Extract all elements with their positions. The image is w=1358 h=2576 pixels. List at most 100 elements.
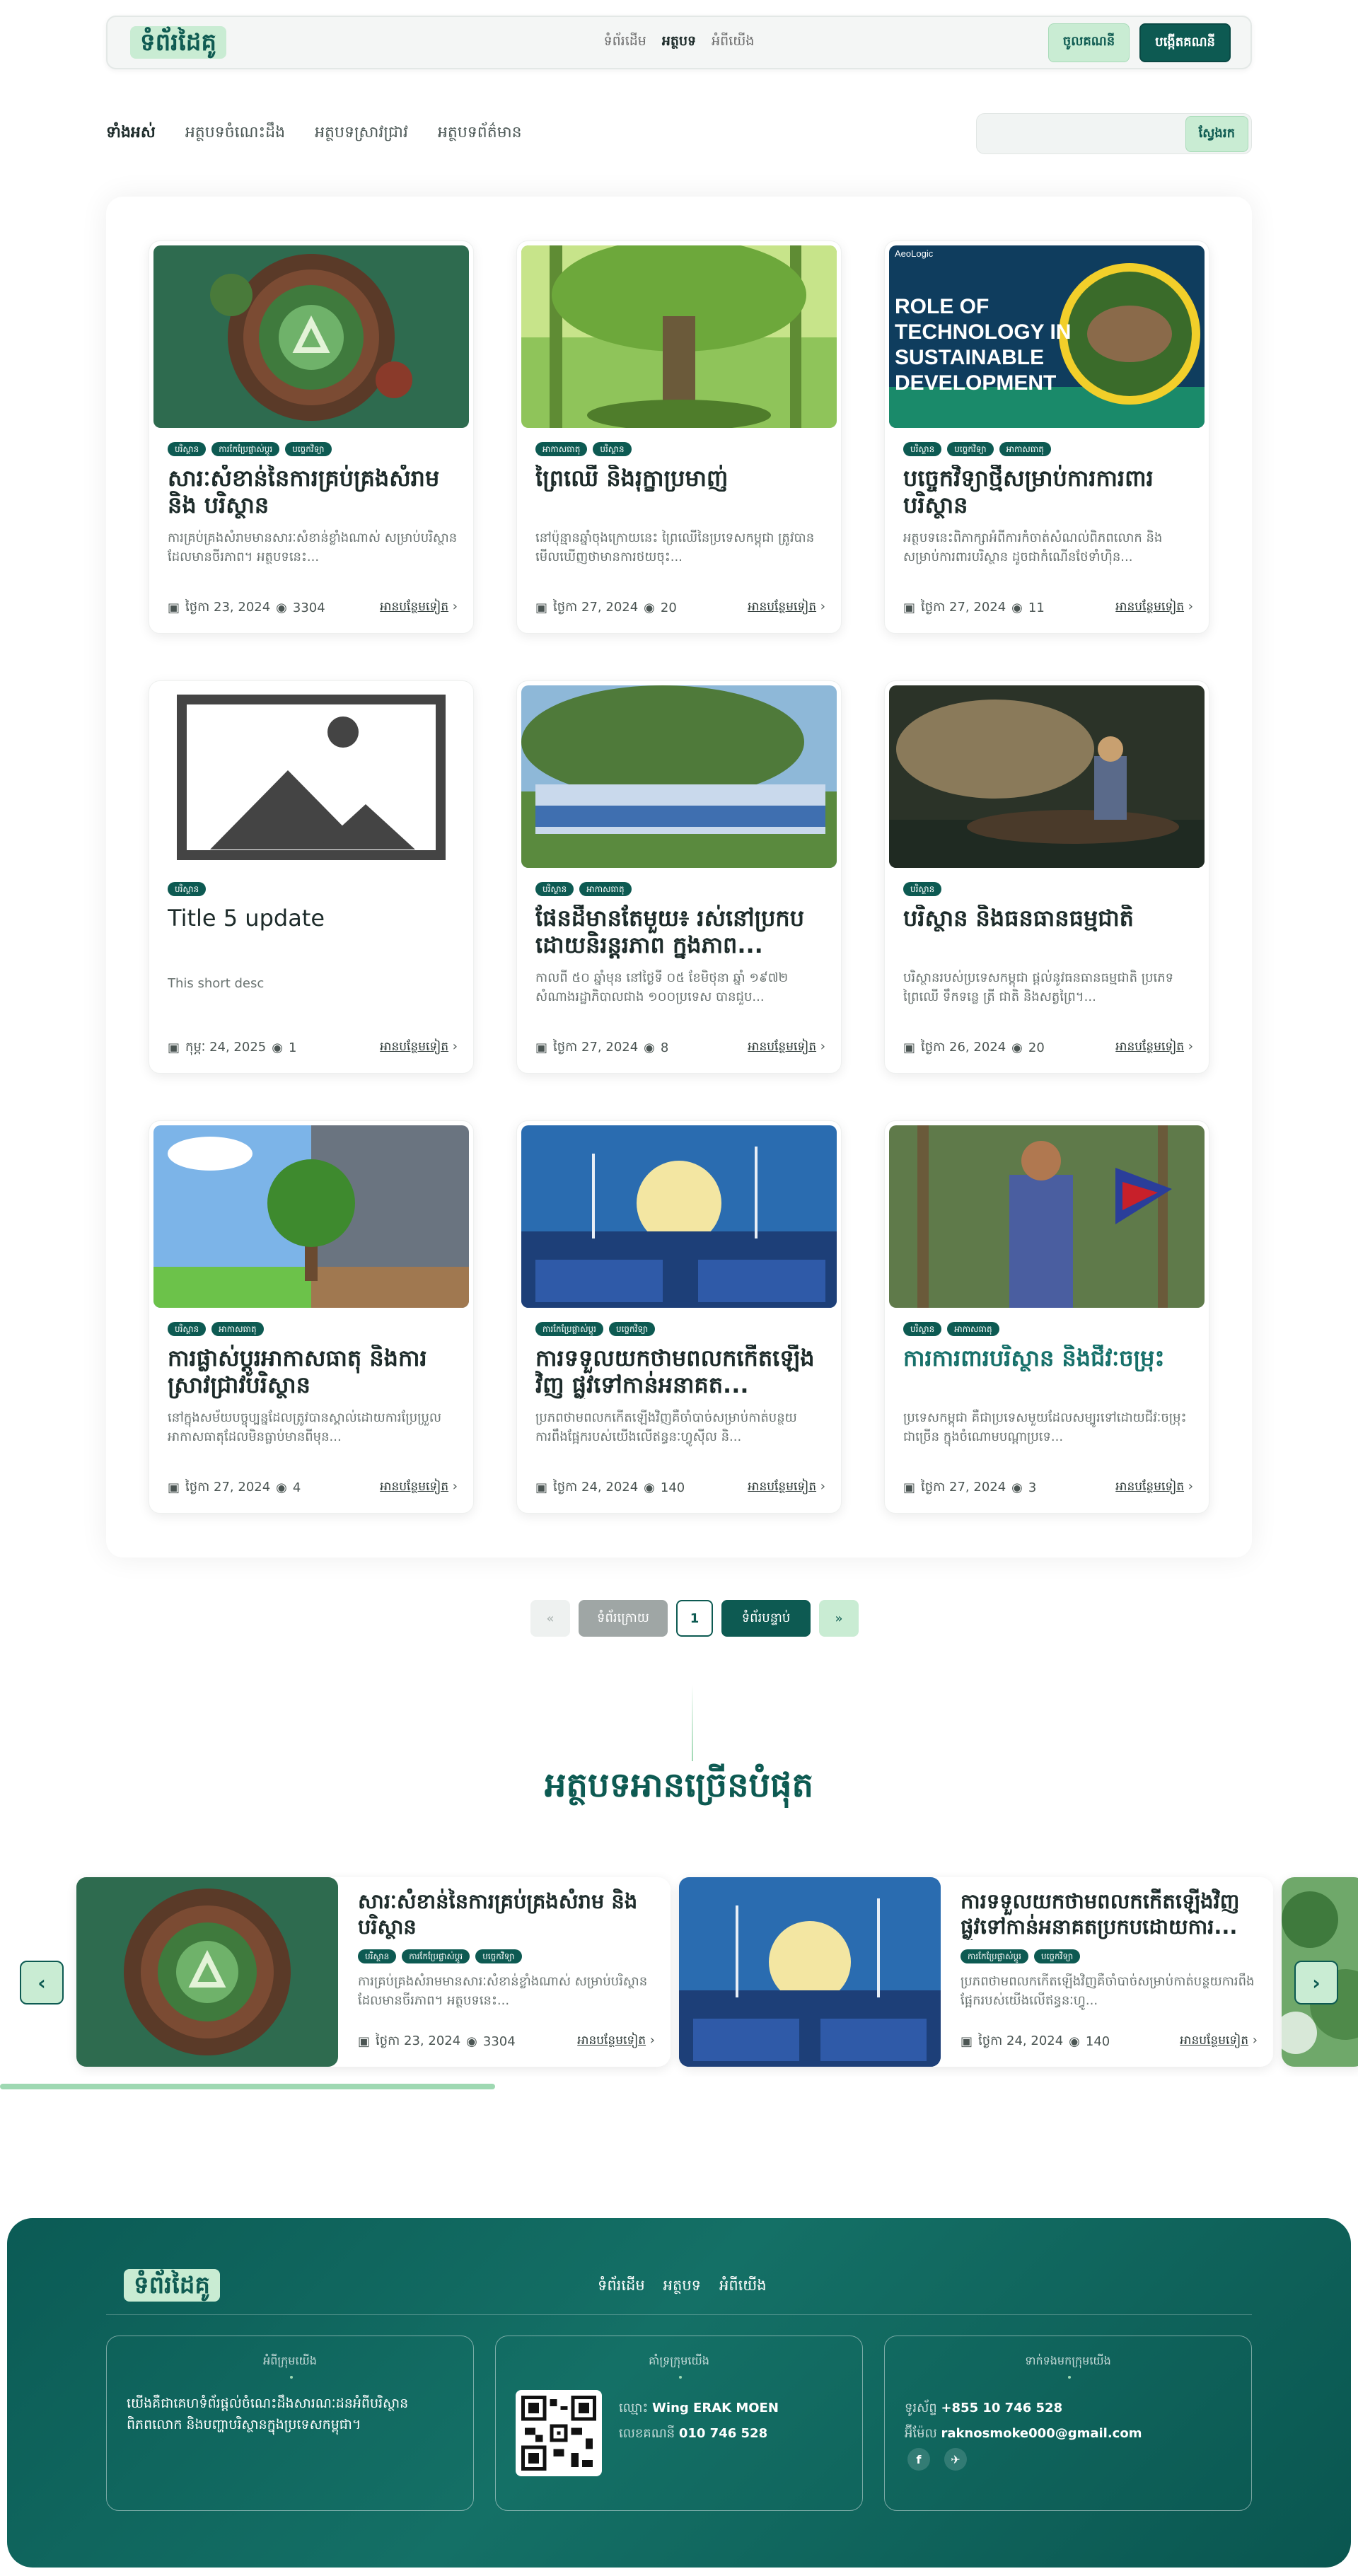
- article-title[interactable]: ផែនដីមានតែមួយ៖ រស់នៅប្រកបដោយនិរន្តរភាព ក…: [535, 905, 825, 959]
- tag[interactable]: ការកែប្រែផ្លាស់ប្តូរ: [535, 1322, 603, 1336]
- prev-page-button[interactable]: ទំព័រក្រោយ: [579, 1600, 668, 1637]
- tag[interactable]: អាកាសធាតុ: [999, 442, 1051, 456]
- article-date: ថ្ងៃកា 23, 2024: [185, 600, 271, 615]
- bank-account: 010 746 528: [678, 2426, 768, 2441]
- article-image-technology[interactable]: AeoLogic ROLE OF TECHNOLOGY IN SUSTAINAB…: [889, 245, 1205, 428]
- qr-code-icon: [516, 2390, 602, 2476]
- tab-knowledge[interactable]: អត្ថបទចំណេះដឹង: [185, 122, 285, 145]
- tag[interactable]: ការកែប្រែផ្លាស់ប្តូរ: [402, 1949, 470, 1963]
- article-card[interactable]: បរិស្ថាន អាកាសធាតុ ការការពារបរិស្ថាន និង…: [884, 1120, 1209, 1514]
- nav-articles[interactable]: អត្ថបទ: [662, 33, 696, 52]
- next-page-button[interactable]: ទំព័របន្ទាប់: [721, 1600, 811, 1637]
- tag[interactable]: បច្ចេកវិទ្យា: [1033, 1949, 1081, 1963]
- tag[interactable]: បរិស្ថាន: [358, 1949, 397, 1963]
- footer-nav-home[interactable]: ទំព័រដើម: [598, 2276, 645, 2298]
- facebook-icon[interactable]: f: [907, 2448, 930, 2471]
- article-title[interactable]: ការផ្លាស់ប្តូរអាកាសធាតុ និងការស្រាវជ្រាវ…: [168, 1345, 458, 1399]
- read-more-link[interactable]: អានបន្ថែមទៀត: [380, 600, 448, 614]
- popular-image-wind-solar[interactable]: [679, 1877, 941, 2067]
- read-more-link[interactable]: អានបន្ថែមទៀត: [380, 1040, 448, 1054]
- article-title[interactable]: Title 5 update: [168, 905, 458, 932]
- tag[interactable]: បរិស្ថាន: [903, 882, 942, 896]
- nav-about[interactable]: អំពីយើង: [712, 33, 754, 52]
- article-image-climate-tree[interactable]: [153, 1125, 469, 1308]
- article-card[interactable]: បរិស្ថាន បរិស្ថាន និងធនធានធម្មជាតិ បរិស្…: [884, 680, 1209, 1074]
- first-page-button[interactable]: «: [530, 1600, 570, 1637]
- article-card[interactable]: បរិស្ថាន អាកាសធាតុ ផែនដីមានតែមួយ៖ រស់នៅប…: [516, 680, 842, 1074]
- footer-logo[interactable]: ទំព័រដៃគូ: [124, 2269, 220, 2302]
- tag[interactable]: បរិស្ថាន: [593, 442, 632, 456]
- email-address[interactable]: raknosmoke000@gmail.com: [941, 2426, 1142, 2441]
- search-input[interactable]: [977, 114, 1185, 153]
- read-more-link[interactable]: អានបន្ថែមទៀត: [748, 1480, 816, 1494]
- tag[interactable]: បរិស្ថាន: [903, 442, 942, 456]
- tag[interactable]: បរិស្ថាន: [168, 1322, 207, 1336]
- popular-card[interactable]: ការទទួលយកថាមពលកកើតឡើងវិញ ផ្លូវទៅកាន់អនាគ…: [679, 1877, 1273, 2067]
- popular-title[interactable]: សារៈសំខាន់នៃការគ្រប់គ្រងសំរាម និង បរិស្ថ…: [358, 1889, 655, 1940]
- tag[interactable]: បច្ចេកវិទ្យា: [947, 442, 994, 456]
- article-image-wind-solar[interactable]: [521, 1125, 837, 1308]
- tag[interactable]: បច្ចេកវិទ្យា: [608, 1322, 656, 1336]
- read-more-link[interactable]: អានបន្ថែមទៀត: [1115, 1040, 1184, 1054]
- article-image-group[interactable]: [521, 685, 837, 868]
- read-more-link[interactable]: អានបន្ថែមទៀត: [748, 1040, 816, 1054]
- carousel-next-button[interactable]: ›: [1294, 1961, 1338, 2004]
- read-more-link[interactable]: អានបន្ថែមទៀត: [1115, 600, 1184, 614]
- tab-research[interactable]: អត្ថបទស្រាវជ្រាវ: [315, 122, 408, 145]
- article-title[interactable]: ការការពារបរិស្ថាន និងជីវៈចម្រុះ: [903, 1345, 1193, 1371]
- footer-nav-about[interactable]: អំពីយើង: [719, 2276, 767, 2298]
- login-button[interactable]: ចូលគណនី: [1047, 23, 1130, 62]
- article-image-boat[interactable]: [889, 685, 1205, 868]
- phone-number[interactable]: +855 10 746 528: [941, 2401, 1062, 2415]
- tab-all[interactable]: ទាំងអស់: [106, 122, 156, 145]
- tab-news[interactable]: អត្ថបទព័ត៌មាន: [438, 122, 522, 145]
- carousel-prev-button[interactable]: ‹: [20, 1961, 64, 2004]
- tag[interactable]: អាកាសធាតុ: [947, 1322, 999, 1336]
- popular-card[interactable]: សារៈសំខាន់នៃការគ្រប់គ្រងសំរាម និង បរិស្ថ…: [76, 1877, 671, 2067]
- footer-nav-articles[interactable]: អត្ថបទ: [663, 2276, 701, 2298]
- tag[interactable]: ការកែប្រែផ្លាស់ប្តូរ: [961, 1949, 1028, 1963]
- article-card[interactable]: ការកែប្រែផ្លាស់ប្តូរ បច្ចេកវិទ្យា ការទទួ…: [516, 1120, 842, 1514]
- tag[interactable]: អាកាសធាតុ: [535, 442, 588, 456]
- top-header: ទំព័រដៃគូ ទំព័រដើម អត្ថបទ អំពីយើង ចូលគណន…: [106, 16, 1252, 69]
- article-card[interactable]: បរិស្ថាន អាកាសធាតុ ការផ្លាស់ប្តូរអាកាសធា…: [149, 1120, 474, 1514]
- tag[interactable]: បរិស្ថាន: [535, 882, 574, 896]
- about-title: អំពីក្រុមយើង: [263, 2354, 317, 2367]
- article-card[interactable]: AeoLogic ROLE OF TECHNOLOGY IN SUSTAINAB…: [884, 240, 1209, 634]
- read-more-link[interactable]: អានបន្ថែមទៀត: [577, 2033, 646, 2048]
- read-more-link[interactable]: អានបន្ថែមទៀត: [748, 600, 816, 614]
- search-button[interactable]: ស្វែងរក: [1185, 115, 1248, 152]
- tag[interactable]: បរិស្ថាន: [168, 442, 207, 456]
- nav-home[interactable]: ទំព័រដើម: [604, 33, 646, 52]
- tag[interactable]: បច្ចេកវិទ្យា: [475, 1949, 522, 1963]
- article-card[interactable]: បរិស្ថាន Title 5 update This short desc …: [149, 680, 474, 1074]
- read-more-link[interactable]: អានបន្ថែមទៀត: [1115, 1480, 1184, 1494]
- telegram-icon[interactable]: ✈: [944, 2448, 967, 2471]
- popular-image-recycle[interactable]: [76, 1877, 338, 2067]
- register-button[interactable]: បង្កើតគណនី: [1139, 23, 1231, 62]
- popular-description: ការគ្រប់គ្រងសំរាមមានសារៈសំខាន់ខ្លាំងណាស់…: [358, 1974, 648, 2008]
- tag[interactable]: ការកែប្រែផ្លាស់ប្តូរ: [211, 442, 280, 456]
- article-card[interactable]: បរិស្ថាន ការកែប្រែផ្លាស់ប្តូរ បច្ចេកវិទ្…: [149, 240, 474, 634]
- read-more-link[interactable]: អានបន្ថែមទៀត: [380, 1480, 448, 1494]
- read-more-link[interactable]: អានបន្ថែមទៀត: [1180, 2033, 1248, 2048]
- article-image-forest-flag[interactable]: [889, 1125, 1205, 1308]
- tag[interactable]: បរិស្ថាន: [168, 882, 207, 896]
- tag[interactable]: បរិស្ថាន: [903, 1322, 942, 1336]
- popular-title[interactable]: ការទទួលយកថាមពលកកើតឡើងវិញ ផ្លូវទៅកាន់អនាគ…: [961, 1889, 1258, 1940]
- tag[interactable]: អាកាសធាតុ: [579, 882, 632, 896]
- article-title[interactable]: បច្ចេកវិទ្យាថ្មីសម្រាប់ការការពារ បរិស្ថា…: [903, 465, 1193, 519]
- article-title[interactable]: សារៈសំខាន់នៃការគ្រប់គ្រងសំរាម និង បរិស្ថ…: [168, 465, 458, 519]
- tag[interactable]: អាកាសធាតុ: [211, 1322, 264, 1336]
- article-image-recycle[interactable]: [153, 245, 469, 428]
- article-title[interactable]: ការទទួលយកថាមពលកកើតឡើងវិញ ផ្លូវទៅកាន់អនាគ…: [535, 1345, 825, 1399]
- last-page-button[interactable]: »: [819, 1600, 859, 1637]
- page-number-button[interactable]: 1: [676, 1600, 713, 1637]
- article-title[interactable]: ព្រៃឈើ និងរុក្ខាប្រមាញ់: [535, 465, 825, 492]
- site-logo[interactable]: ទំព័រដៃគូ: [130, 26, 226, 59]
- article-image-forest[interactable]: [521, 245, 837, 428]
- article-card[interactable]: អាកាសធាតុ បរិស្ថាន ព្រៃឈើ និងរុក្ខាប្រមា…: [516, 240, 842, 634]
- placeholder-image-icon[interactable]: [153, 685, 469, 868]
- article-title[interactable]: បរិស្ថាន និងធនធានធម្មជាតិ: [903, 905, 1193, 932]
- tag[interactable]: បច្ចេកវិទ្យា: [285, 442, 332, 456]
